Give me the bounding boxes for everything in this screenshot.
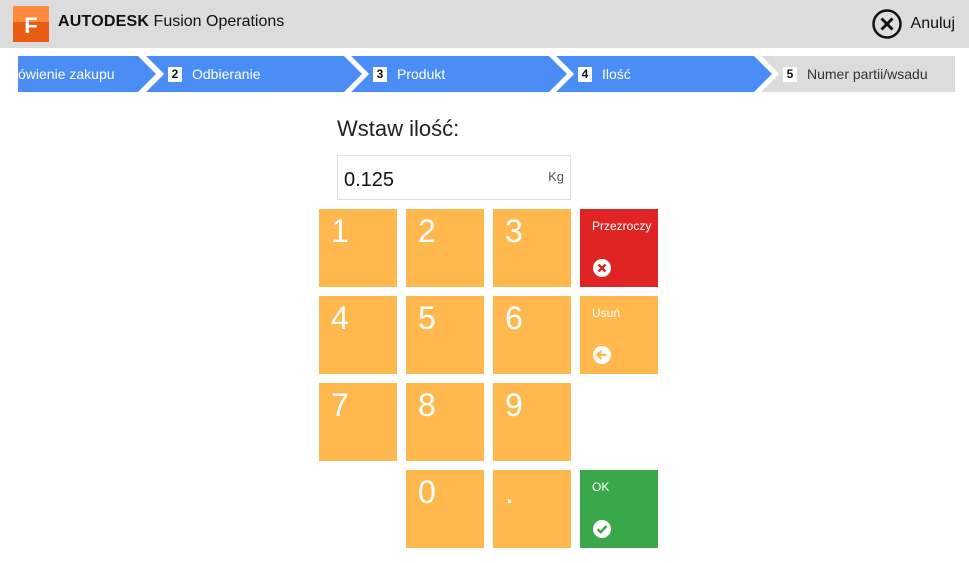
key-decimal[interactable]: . — [493, 470, 571, 548]
key-4[interactable]: 4 — [319, 296, 397, 374]
step-label: Numer partii/wsadu — [807, 66, 928, 82]
step-label: Produkt — [397, 66, 446, 82]
delete-button[interactable]: Usuń — [580, 296, 658, 374]
quantity-label: Wstaw ilość: — [337, 116, 460, 141]
key-0[interactable]: 0 — [406, 470, 484, 548]
app-title: AUTODESK Fusion Operations — [58, 13, 284, 31]
key-3[interactable]: 3 — [493, 209, 571, 287]
step-3[interactable]: 3 Produkt — [349, 56, 567, 92]
logo-letter: F — [24, 13, 37, 38]
cancel-label: Anuluj — [910, 15, 955, 32]
key-1[interactable]: 1 — [319, 209, 397, 287]
ok-button[interactable]: OK — [580, 470, 658, 548]
quantity-unit: Kg — [548, 169, 564, 184]
product-name: Fusion Operations — [149, 13, 285, 30]
clear-label: Przezroczy — [592, 219, 652, 233]
step-2[interactable]: 2 Odbieranie — [144, 56, 362, 92]
step-label: Odbieranie — [192, 66, 261, 82]
step-number: 4 — [578, 66, 592, 82]
arrow-left-icon — [593, 346, 611, 364]
key-8[interactable]: 8 — [406, 383, 484, 461]
step-1[interactable]: ówienie zakupu — [18, 56, 156, 92]
step-label: ówienie zakupu — [18, 66, 115, 82]
checkmark-icon — [593, 520, 611, 538]
close-circle-icon — [871, 9, 902, 39]
key-5[interactable]: 5 — [406, 296, 484, 374]
wizard-steps: ówienie zakupu 2 Odbieranie 3 Produkt 4 … — [18, 56, 955, 92]
app-header: F AUTODESK Fusion Operations Anuluj — [0, 0, 969, 48]
clear-x-icon — [593, 259, 611, 277]
quantity-input[interactable]: 0.125 Kg — [337, 155, 571, 200]
delete-label: Usuń — [592, 306, 621, 320]
quantity-value: 0.125 — [344, 169, 395, 191]
step-4[interactable]: 4 Ilość — [554, 56, 772, 92]
clear-button[interactable]: Przezroczy — [580, 209, 658, 287]
step-number: 2 — [168, 66, 182, 82]
key-6[interactable]: 6 — [493, 296, 571, 374]
step-number: 3 — [373, 66, 387, 82]
ok-label: OK — [592, 480, 610, 494]
key-7[interactable]: 7 — [319, 383, 397, 461]
step-number: 5 — [783, 66, 797, 82]
autodesk-logo-icon: F — [13, 6, 49, 42]
brand-name: AUTODESK — [58, 13, 150, 30]
key-9[interactable]: 9 — [493, 383, 571, 461]
step-5[interactable]: 5 Numer partii/wsadu — [759, 56, 955, 92]
step-label: Ilość — [602, 66, 631, 82]
cancel-button[interactable]: Anuluj — [871, 8, 955, 40]
key-2[interactable]: 2 — [406, 209, 484, 287]
